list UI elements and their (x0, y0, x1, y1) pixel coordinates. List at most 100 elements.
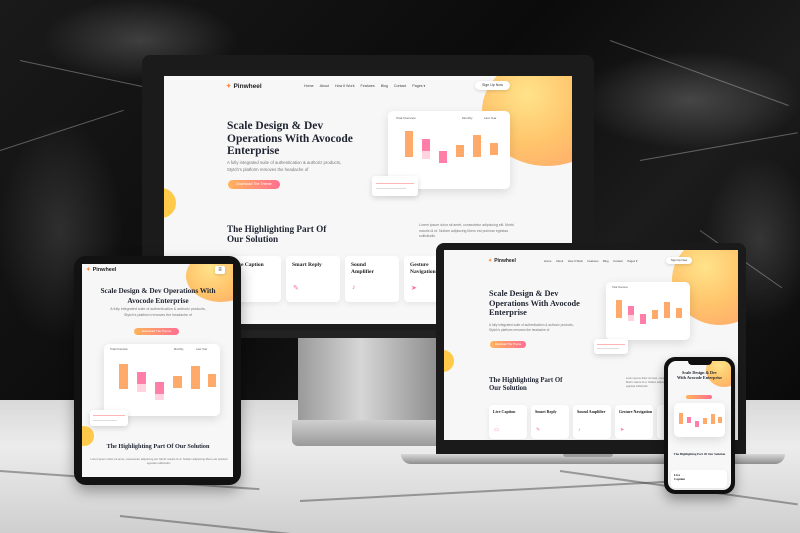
chart-bar (173, 376, 182, 388)
nav-home[interactable]: Home (544, 259, 551, 263)
monthly-filter[interactable]: Monthly (174, 348, 183, 351)
logo[interactable]: ✦ Pinwheel (488, 258, 516, 264)
decor-dot (444, 350, 454, 372)
dashboard-title: Total Overview (396, 116, 416, 120)
feature-card-sound-amplifier[interactable]: Sound Amplifier ♪ (573, 405, 611, 439)
logo-text: Pinwheel (494, 258, 516, 264)
chart-bar (422, 151, 430, 159)
nav-pages[interactable]: Pages ▾ (627, 259, 637, 263)
star-icon: ✦ (86, 267, 91, 273)
nav-blog[interactable]: Blog (381, 84, 388, 88)
nav-about[interactable]: About (320, 84, 329, 88)
menu-button[interactable]: ≡ (215, 266, 225, 274)
feature-card-live-caption[interactable]: Live Caption (671, 470, 727, 488)
sign-up-button[interactable]: Sign Up Now (475, 81, 510, 90)
section-title: The Highlighting Part Of Our Solution (227, 224, 327, 244)
nav-pages[interactable]: Pages ▾ (412, 84, 425, 88)
feature-card-gesture-navigation[interactable]: Gesture Navigation ➤ (615, 405, 653, 439)
imac-stand (298, 338, 438, 423)
logo[interactable]: ✦ Pinwheel (226, 82, 262, 91)
main-nav: Home About How It Work Features Blog Con… (544, 259, 637, 263)
nav-features[interactable]: Features (587, 259, 598, 263)
chart-bar (208, 374, 216, 387)
chart-bar (119, 364, 128, 389)
feature-card-live-caption[interactable]: Live Caption ▭ (489, 405, 527, 439)
hero-title: Scale Design & Dev Operations With Avoco… (100, 286, 216, 305)
dashboard-title: Total Overview (110, 348, 128, 351)
navigation-icon: ➤ (620, 427, 625, 433)
chart-bar (695, 421, 699, 427)
nav-about[interactable]: About (556, 259, 563, 263)
chart-bar (640, 314, 646, 324)
logo-text: Pinwheel (233, 82, 262, 90)
bell-icon: ♪ (352, 284, 356, 291)
hero-title: Scale Design & Dev With Avocode Enterpri… (677, 370, 722, 380)
nav-how-it-work[interactable]: How It Work (568, 259, 583, 263)
section-title: The Highlighting Part Of Our Solution (489, 377, 563, 392)
logo-text: Pinwheel (92, 267, 117, 273)
chart-bar (137, 384, 146, 392)
chart-bar (687, 417, 691, 423)
nav-features[interactable]: Features (361, 84, 375, 88)
stats-mini-card (90, 410, 128, 426)
nav-how-it-work[interactable]: How It Work (335, 84, 355, 88)
hamburger-icon: ≡ (218, 267, 222, 273)
chart-bar (490, 143, 498, 155)
download-theme-button[interactable] (686, 395, 712, 399)
hero-description: A fully integrated suite of authenticati… (110, 307, 206, 317)
chart-bar (718, 417, 722, 423)
overview-card: Total Overview Monthly Last Year (104, 344, 220, 416)
feature-card-smart-reply[interactable]: Smart Reply ✎ (286, 256, 340, 302)
last-year-filter[interactable]: Last Year (484, 116, 497, 120)
sign-up-button[interactable]: Sign Up Now (666, 257, 692, 264)
stats-mini-card (372, 176, 418, 196)
chart-bar (703, 418, 707, 424)
overview-card: Total Overview (606, 282, 690, 340)
logo[interactable]: ✦ Pinwheel (86, 267, 116, 273)
nav-contact[interactable]: Contact (394, 84, 406, 88)
section-description: Lorem ipsum dolor sit amet, consectetur … (419, 223, 514, 238)
download-theme-button[interactable]: Download The Theme (228, 180, 280, 189)
chart-bar (652, 310, 658, 319)
section-title: The Highlighting Part Of Our Solution (106, 443, 210, 450)
chart-bar (191, 366, 200, 389)
last-year-filter[interactable]: Last Year (196, 348, 207, 351)
overview-card (674, 403, 725, 437)
hero-title: Scale Design & Dev Operations With Avoco… (489, 289, 580, 317)
hero-description: A fully integrated suite of authenticati… (489, 323, 574, 332)
monthly-filter[interactable]: Monthly (462, 116, 473, 120)
hero-description: A fully integrated suite of authenticati… (227, 160, 342, 172)
phone-notch (688, 361, 712, 365)
nav-blog[interactable]: Blog (603, 259, 609, 263)
stats-mini-card (594, 339, 628, 354)
download-theme-button[interactable]: Download The Theme (134, 328, 179, 335)
chart-bar (439, 151, 447, 163)
chevron-down-icon: ▾ (423, 84, 426, 88)
section-description: Lorem ipsum dolor sit amet, consectetur … (90, 457, 228, 466)
chart-bar (711, 414, 715, 424)
phone-screen: Scale Design & Dev With Avocode Enterpri… (668, 361, 731, 490)
chart-bar (679, 413, 683, 424)
star-icon: ✦ (226, 83, 232, 90)
tablet-screen: ✦ Pinwheel ≡ Scale Design & Dev Operatio… (82, 264, 233, 477)
feature-card-sound-amplifier[interactable]: Sound Amplifier ♪ (345, 256, 399, 302)
chevron-down-icon: ▾ (635, 259, 638, 263)
dashboard-title: Total Overview (612, 286, 628, 289)
chart-bar (676, 308, 682, 318)
navigation-icon: ➤ (411, 285, 417, 292)
decor-dot (164, 188, 176, 218)
chart-bar (616, 300, 622, 318)
nav-contact[interactable]: Contact (613, 259, 623, 263)
chart-bar (473, 135, 481, 157)
chart-bar (137, 372, 146, 384)
chart-bar (628, 306, 634, 315)
chart-bar (456, 145, 464, 157)
feature-card-smart-reply[interactable]: Smart Reply ✎ (531, 405, 569, 439)
nav-home[interactable]: Home (304, 84, 314, 88)
laptop-notch (563, 454, 613, 457)
download-theme-button[interactable]: Download The Theme (490, 341, 526, 348)
chart-bar (422, 139, 430, 151)
chart-bar (664, 302, 670, 318)
hero-title: Scale Design & Dev Operations With Avoco… (227, 120, 353, 157)
section-title: The Highlighting Part Of Our Solution (673, 452, 726, 456)
